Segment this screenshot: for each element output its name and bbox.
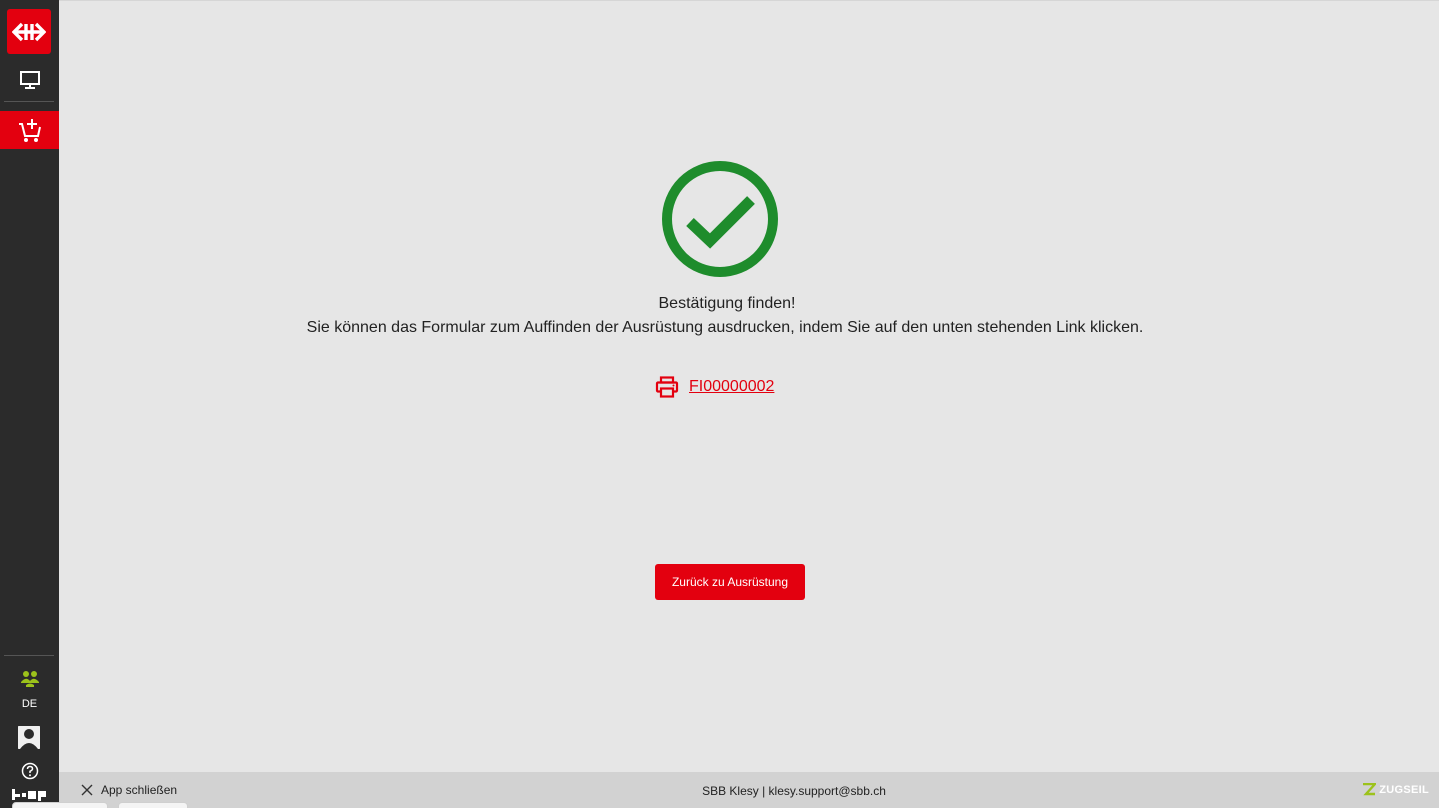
sidebar-item-help[interactable] — [0, 759, 59, 783]
zugseil-logo: ZUGSEIL — [1362, 783, 1429, 796]
printer-icon[interactable] — [655, 376, 679, 398]
support-info: SBB Klesy | klesy.support@sbb.ch — [702, 784, 886, 798]
confirmation-title: Bestätigung finden! — [658, 295, 796, 312]
sidebar-item-cart[interactable] — [0, 111, 59, 149]
sbb-arrows-icon — [12, 22, 46, 41]
sbb-logo[interactable] — [7, 9, 51, 54]
sbb-small-mark-icon — [12, 789, 46, 801]
user-avatar-icon — [18, 726, 40, 749]
footer: App schließen SBB Klesy | klesy.support@… — [59, 772, 1439, 808]
check-circle-icon — [662, 161, 778, 277]
zugseil-z-icon — [1363, 783, 1377, 796]
sidebar: DE — [0, 0, 59, 808]
cart-add-icon — [18, 119, 41, 142]
document-link[interactable]: FI00000002 — [689, 378, 774, 396]
sidebar-divider-bottom — [4, 655, 54, 656]
confirmation-message: Sie können das Formular zum Auffinden de… — [306, 319, 1144, 336]
users-icon — [20, 671, 39, 687]
app-window: DE Bestätigung finden! Sie können das Fo… — [0, 0, 1439, 808]
monitor-icon — [19, 71, 40, 89]
sidebar-item-monitor[interactable] — [0, 60, 59, 100]
back-to-equipment-button[interactable]: Zurück zu Ausrüstung — [655, 564, 805, 600]
help-icon — [21, 762, 38, 780]
avatar[interactable] — [18, 726, 40, 749]
document-link-row: FI00000002 — [655, 376, 774, 398]
bottom-tab-stub[interactable] — [12, 802, 108, 808]
sidebar-divider — [4, 101, 54, 102]
sidebar-item-users[interactable] — [0, 667, 59, 691]
bottom-tab-stub[interactable] — [118, 802, 188, 808]
language-selector[interactable]: DE — [0, 698, 59, 710]
zugseil-brand-text: ZUGSEIL — [1379, 783, 1429, 796]
